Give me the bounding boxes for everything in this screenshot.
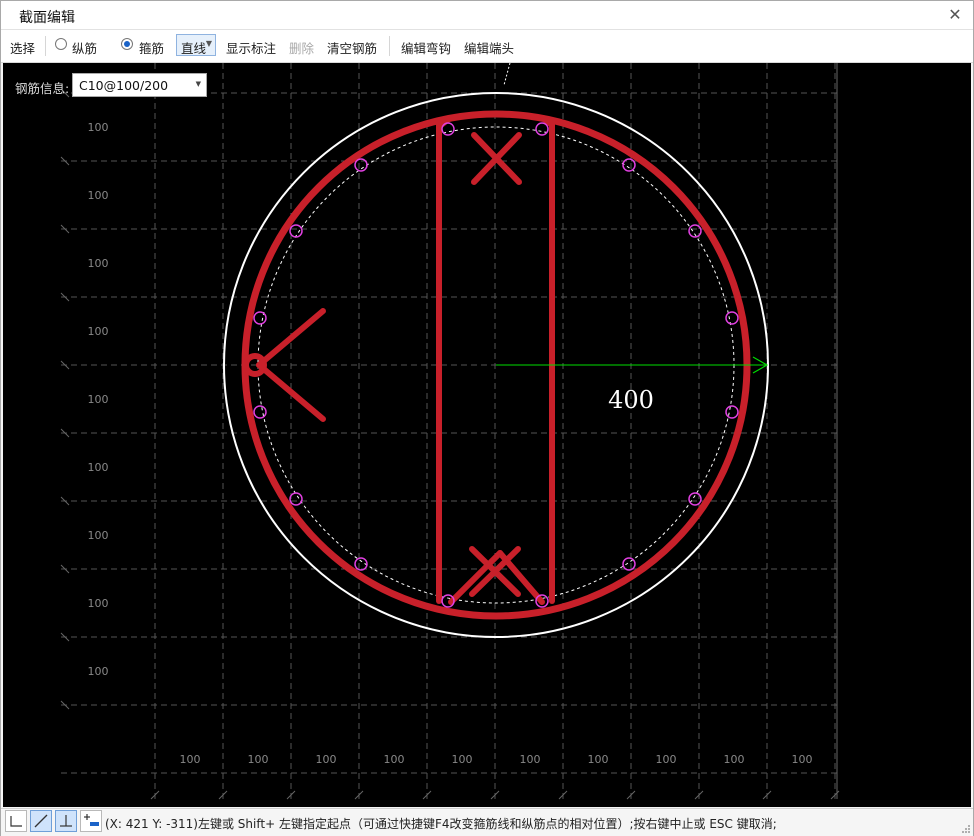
window-title: 截面编辑: [19, 10, 75, 26]
grid-tick-label: 100: [88, 529, 109, 542]
edit-end-button[interactable]: 编辑端头: [464, 38, 514, 57]
longitudinal-radio[interactable]: [55, 38, 67, 50]
add-point-button[interactable]: [80, 810, 102, 832]
resize-grip-icon[interactable]: [961, 824, 971, 834]
toolbar: 选择 纵筋 箍筋 直线 ▼ 显示标注 删除 清空钢筋 编辑弯钩 编辑端头: [1, 30, 973, 63]
title-bar: 截面编辑 ✕: [1, 1, 973, 30]
grid-tick-label: 100: [792, 753, 813, 766]
toolbar-separator: [389, 36, 390, 56]
corner-icon: [10, 816, 22, 827]
perpendicular-button[interactable]: [55, 810, 77, 832]
stirrup-radio[interactable]: [121, 38, 133, 50]
grid-tick-label: 100: [520, 753, 541, 766]
line-draw-button[interactable]: [30, 810, 52, 832]
grid-tick-label: 100: [656, 753, 677, 766]
grid-tick-label: 100: [88, 393, 109, 406]
grid-tick-label: 100: [588, 753, 609, 766]
grid-tick-label: 100: [88, 189, 109, 202]
diagonal-line-icon: [34, 814, 48, 828]
grid-tick-label: 100: [452, 753, 473, 766]
status-message: (X: 421 Y: -311)左键或 Shift+ 左键指定起点（可通过快捷键…: [105, 817, 777, 831]
clear-rebar-button[interactable]: 清空钢筋: [327, 38, 377, 57]
drawing-canvas[interactable]: 100 100 100 100 100 100 100 100 100 100 100 100 100 1…: [3, 63, 971, 807]
grid-tick-label: 100: [88, 597, 109, 610]
grid-tick-label: 100: [180, 753, 201, 766]
rebar-info-label: 钢筋信息:: [15, 81, 70, 96]
section-edit-window: 截面编辑 ✕ 选择 纵筋 箍筋 直线 ▼ 显示标注 删除 清空钢筋 编辑弯钩 编…: [0, 0, 974, 836]
chevron-down-icon: ▼: [205, 39, 212, 48]
grid-tick-label: 100: [88, 461, 109, 474]
rebar-info-value: C10@100/200: [79, 78, 169, 93]
close-icon[interactable]: ✕: [945, 5, 965, 25]
grid-tick-label: 100: [88, 325, 109, 338]
orthogonal-mode-button[interactable]: [5, 810, 27, 832]
grid-tick-label: 100: [88, 121, 109, 134]
grid-tick-label: 100: [248, 753, 269, 766]
canvas-background: [3, 63, 971, 807]
grid-tick-label: 100: [88, 257, 109, 270]
status-bar: (X: 421 Y: -311)左键或 Shift+ 左键指定起点（可通过快捷键…: [1, 808, 973, 836]
edit-hook-button[interactable]: 编辑弯钩: [401, 38, 451, 57]
add-point-icon: [84, 814, 99, 826]
line-mode-dropdown[interactable]: 直线 ▼: [176, 34, 216, 56]
show-annotation-button[interactable]: 显示标注: [226, 38, 276, 57]
grid-tick-label: 100: [384, 753, 405, 766]
radius-dimension-text: 400: [608, 386, 654, 414]
delete-button[interactable]: 删除: [289, 38, 314, 57]
grid-tick-label: 100: [316, 753, 337, 766]
select-button[interactable]: 选择: [10, 38, 35, 57]
perpendicular-icon: [60, 815, 72, 827]
grid-tick-label: 100: [88, 665, 109, 678]
rebar-info-dropdown[interactable]: C10@100/200 ▼: [72, 73, 207, 97]
stirrup-label[interactable]: 箍筋: [139, 38, 164, 57]
chevron-down-icon: ▼: [195, 80, 201, 88]
line-mode-value: 直线: [181, 41, 207, 56]
toolbar-separator: [45, 36, 46, 56]
longitudinal-label[interactable]: 纵筋: [72, 38, 97, 57]
grid-tick-label: 100: [724, 753, 745, 766]
